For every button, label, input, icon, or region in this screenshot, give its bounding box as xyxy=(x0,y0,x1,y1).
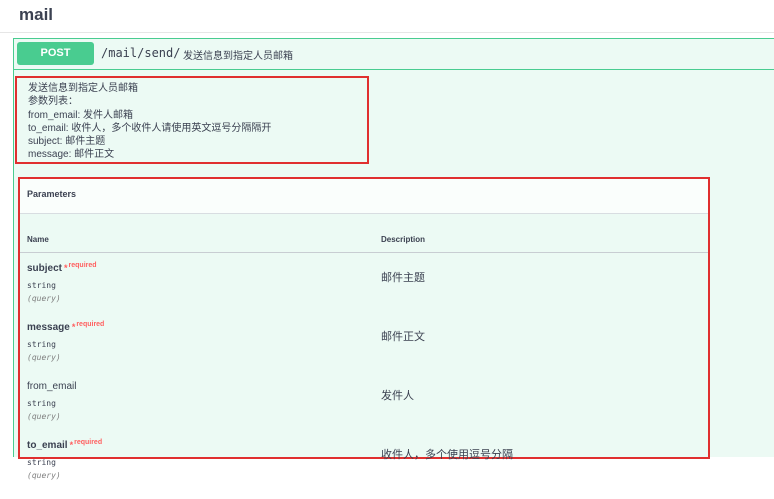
parameter-in: (query) xyxy=(27,294,61,303)
description-line: 发送信息到指定人员邮箱 xyxy=(28,83,138,94)
description-line: 参数列表： xyxy=(28,96,78,108)
description-line: from_email: 发件人邮箱 xyxy=(28,109,134,121)
parameter-description: 收件人，多个使用逗号分隔 xyxy=(381,449,513,461)
required-label: required xyxy=(68,262,97,269)
opblock-summary[interactable]: POST /mail/send/ 发送信息到指定人员邮箱 xyxy=(14,39,774,70)
required-star: * xyxy=(69,440,74,450)
method-badge: POST xyxy=(17,42,94,65)
parameter-name: message *required xyxy=(27,321,105,333)
description-line: to_email: 收件人，多个收件人请使用英文逗号分隔隔开 xyxy=(28,122,272,134)
parameter-description: 发件人 xyxy=(381,390,414,402)
parameter-in: (query) xyxy=(27,353,61,362)
parameter-description: 邮件正文 xyxy=(381,331,425,343)
parameter-row-to-email: to_email *required string (query) 收件人，多个使… xyxy=(20,439,708,499)
required-label: required xyxy=(74,439,103,446)
parameter-row-from-email: from_email string (query) 发件人 xyxy=(20,381,708,440)
parameters-header: Parameters xyxy=(20,179,708,214)
parameter-type: string xyxy=(27,281,56,290)
column-header-divider xyxy=(20,252,708,253)
column-header-name: Name xyxy=(27,235,49,244)
parameters-title: Parameters xyxy=(27,189,77,199)
parameters-section: Parameters Name Description subject *requ… xyxy=(18,177,710,480)
required-label: required xyxy=(76,321,105,328)
parameter-description: 邮件主题 xyxy=(381,272,425,284)
parameter-in: (query) xyxy=(27,412,61,421)
parameter-name: subject *required xyxy=(27,262,97,274)
description-line: message: 邮件正文 xyxy=(28,149,115,161)
parameter-type: string xyxy=(27,458,56,467)
section-title: mail xyxy=(19,5,54,24)
required-star: * xyxy=(64,263,68,273)
parameter-type: string xyxy=(27,399,56,408)
column-header-description: Description xyxy=(381,235,426,244)
description-line: subject: 邮件主题 xyxy=(28,136,106,148)
parameter-name: from_email xyxy=(27,381,77,392)
parameter-row-subject: subject *required string (query) 邮件主题 xyxy=(20,262,708,322)
operation-description: 发送信息到指定人员邮箱 参数列表： from_email: 发件人邮箱 to_e… xyxy=(15,76,369,164)
operation-summary: 发送信息到指定人员邮箱 xyxy=(183,51,293,62)
parameter-type: string xyxy=(27,340,56,349)
parameter-row-message: message *required string (query) 邮件正文 xyxy=(20,321,708,381)
operation-path: /mail/send/ xyxy=(101,46,181,60)
section-header[interactable]: mail xyxy=(0,0,774,33)
parameter-in: (query) xyxy=(27,471,61,480)
parameter-name: to_email *required xyxy=(27,439,103,451)
required-star: * xyxy=(71,322,76,332)
